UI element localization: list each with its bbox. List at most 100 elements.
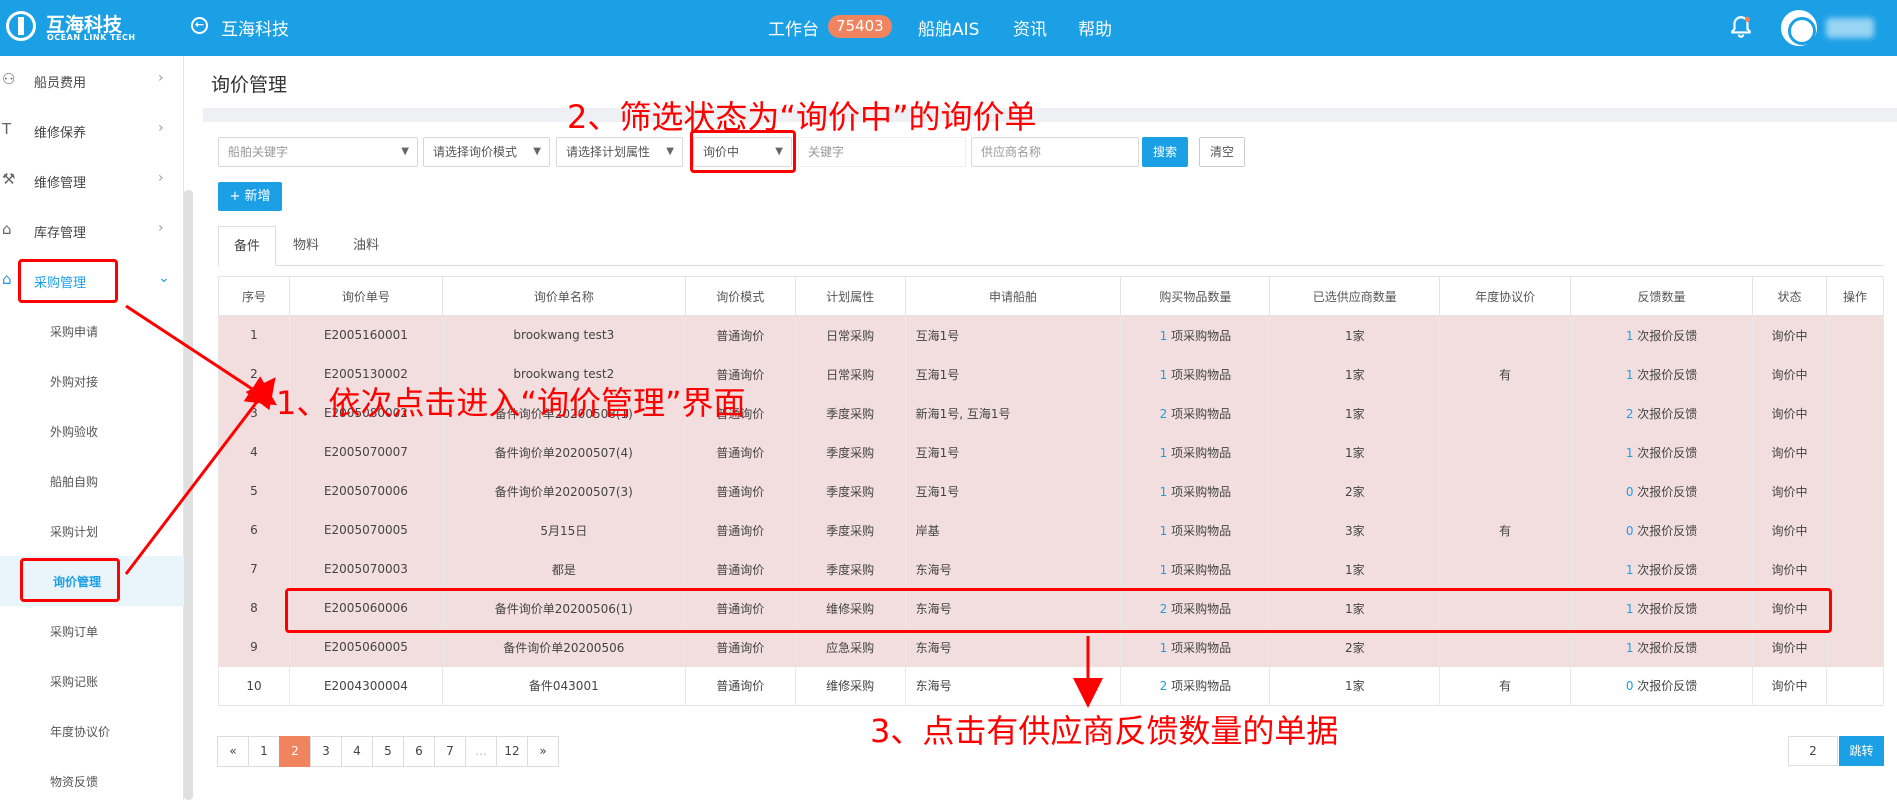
table-cell[interactable]: 2家 xyxy=(1269,627,1441,667)
nav-ship-ais[interactable]: 船舶AIS xyxy=(918,15,979,40)
table-cell[interactable]: 1家 xyxy=(1269,354,1441,394)
page-number-button[interactable]: 2 xyxy=(279,736,311,767)
back-arrow-icon[interactable]: ← xyxy=(191,17,208,34)
page-number-button[interactable]: 4 xyxy=(341,736,373,767)
table-row[interactable]: 6 E2005070005 5月15日 普通询价 季度采购 岸基 1 项采购物品 3家有 0 次… xyxy=(218,510,1885,550)
sidebar-sub-acceptance[interactable]: 外购验收 xyxy=(0,406,184,456)
table-cell xyxy=(1439,549,1572,589)
bag-icon: ⌂ xyxy=(2,220,12,238)
table-cell[interactable]: 2家 xyxy=(1269,471,1441,511)
table-cell: 备件询价单20200507(3) xyxy=(441,471,686,511)
page-prev-button[interactable]: « xyxy=(217,736,249,767)
add-button[interactable]: + 新增 xyxy=(218,182,282,211)
table-row[interactable]: 4 E2005070007 备件询价单20200507(4) 普通询价 季度采购 互海1号… xyxy=(218,432,1885,472)
table-cell: 备件询价单20200506 xyxy=(441,627,686,667)
user-name-blurred[interactable] xyxy=(1826,18,1874,38)
logo-subtitle: OCEAN LINK TECH xyxy=(47,33,136,42)
sub-item-label: 外购验收 xyxy=(50,425,99,439)
sidebar-item-repair[interactable]: ⚒ 维修管理 › xyxy=(0,156,184,206)
table-cell: 日常采购 xyxy=(794,315,906,355)
table-cell xyxy=(1825,354,1885,394)
page-number-button[interactable]: ... xyxy=(465,736,497,767)
page-jump-input[interactable]: 2 xyxy=(1788,736,1838,766)
table-cell: 季度采购 xyxy=(794,393,906,433)
feedback-count-label: 次报价反馈 xyxy=(1633,406,1698,421)
table-cell: 2 次报价反馈 xyxy=(1570,393,1754,433)
table-cell: 普通询价 xyxy=(684,666,796,706)
sidebar-item-maintenance[interactable]: T 维修保养 › xyxy=(0,106,184,156)
table-cell: 有 xyxy=(1439,666,1572,706)
annotation-step3: 3、点击有供应商反馈数量的单据 xyxy=(870,712,1339,750)
sub-item-label: 物资反馈 xyxy=(50,775,99,789)
page-number-button[interactable]: 1 xyxy=(248,736,280,767)
bell-icon[interactable] xyxy=(1728,14,1754,40)
table-cell: 1 xyxy=(218,315,290,355)
table-cell: 询价中 xyxy=(1752,432,1827,472)
page-number-button[interactable]: 7 xyxy=(434,736,466,767)
sidebar-sub-purchase-request[interactable]: 采购申请 xyxy=(0,306,184,356)
table-cell[interactable]: 1家 xyxy=(1269,666,1441,706)
table-cell: 询价中 xyxy=(1752,315,1827,355)
ship-keyword-select[interactable]: 船舶关键字 ▼ xyxy=(218,137,418,167)
table-cell: 5月15日 xyxy=(441,510,686,550)
sidebar-sub-orders[interactable]: 采购订单 xyxy=(0,606,184,656)
tab-spare-parts[interactable]: 备件 xyxy=(218,226,276,266)
sidebar-sub-outsourcing[interactable]: 外购对接 xyxy=(0,356,184,406)
table-cell[interactable]: 3家 xyxy=(1269,510,1441,550)
page-number-button[interactable]: 6 xyxy=(403,736,435,767)
sidebar-item-crew-cost[interactable]: ⚇ 船员费用 › xyxy=(0,56,184,106)
table-row[interactable]: 10 E2004300004 备件043001 普通询价 维修采购 东海号 2 项采购物品 1… xyxy=(218,666,1885,706)
logo-icon xyxy=(6,11,36,41)
page-number-button[interactable]: 3 xyxy=(310,736,342,767)
table-cell[interactable]: 1家 xyxy=(1269,432,1441,472)
inquiry-mode-select[interactable]: 请选择询价模式 ▼ xyxy=(423,137,550,167)
sidebar-sub-purchase-plan[interactable]: 采购计划 xyxy=(0,506,184,556)
nav-workbench[interactable]: 工作台 xyxy=(768,15,819,40)
supplier-name-input[interactable]: 供应商名称 xyxy=(971,137,1139,167)
table-cell[interactable]: 1家 xyxy=(1269,549,1441,589)
sidebar-sub-annual-price[interactable]: 年度协议价 xyxy=(0,706,184,756)
table-row[interactable]: 5 E2005070006 备件询价单20200507(3) 普通询价 季度采购 互海1号… xyxy=(218,471,1885,511)
sidebar-item-label: 维修管理 xyxy=(34,176,87,191)
annotation-box-inquiry xyxy=(20,558,120,602)
search-button[interactable]: 搜索 xyxy=(1142,137,1188,167)
avatar[interactable] xyxy=(1781,10,1817,46)
table-cell: 1 次报价反馈 xyxy=(1570,354,1754,394)
table-row[interactable]: 7 E2005070003 都是 普通询价 季度采购 东海号 1 项采购物品 1家 1 次报价反… xyxy=(218,549,1885,589)
nav-news[interactable]: 资讯 xyxy=(1013,15,1047,40)
header-title: 互海科技 xyxy=(221,20,289,40)
column-header: 购买物品数量 xyxy=(1120,276,1271,316)
table-cell xyxy=(1439,432,1572,472)
chevron-down-icon: ⌄ xyxy=(158,270,170,286)
table-cell: 1 次报价反馈 xyxy=(1570,627,1754,667)
sidebar-scrollbar[interactable] xyxy=(184,190,193,800)
table-cell: 5 xyxy=(218,471,290,511)
nav-help[interactable]: 帮助 xyxy=(1078,15,1112,40)
page-jump-button[interactable]: 跳转 xyxy=(1839,736,1884,766)
feedback-count-label: 次报价反馈 xyxy=(1633,367,1698,382)
sidebar-sub-accounting[interactable]: 采购记账 xyxy=(0,656,184,706)
table-cell xyxy=(1825,393,1885,433)
table-cell xyxy=(1439,627,1572,667)
page-number-button[interactable]: 5 xyxy=(372,736,404,767)
table-row[interactable]: 9 E2005060005 备件询价单20200506 普通询价 应急采购 东海号 1 项采… xyxy=(218,627,1885,667)
chevron-right-icon: › xyxy=(158,170,164,186)
page-number-button[interactable]: 12 xyxy=(496,736,528,767)
sidebar-sub-ship-purchase[interactable]: 船舶自购 xyxy=(0,456,184,506)
table-row[interactable]: 1 E2005160001 brookwang test3 普通询价 日常采购 互海1号 1… xyxy=(218,315,1885,355)
sidebar-sub-feedback[interactable]: 物资反馈 xyxy=(0,756,184,806)
keyword-input[interactable]: 关键字 xyxy=(798,137,966,167)
tab-oil[interactable]: 油料 xyxy=(336,226,396,266)
table-cell: 有 xyxy=(1439,510,1572,550)
table-cell: 询价中 xyxy=(1752,666,1827,706)
page-next-button[interactable]: » xyxy=(527,736,559,767)
table-cell[interactable]: 1家 xyxy=(1269,393,1441,433)
clear-button[interactable]: 清空 xyxy=(1199,137,1245,167)
feedback-count-label: 次报价反馈 xyxy=(1633,484,1698,499)
sidebar-item-inventory[interactable]: ⌂ 库存管理 › xyxy=(0,206,184,256)
table-cell[interactable]: 1家 xyxy=(1269,315,1441,355)
title-divider xyxy=(203,108,1897,122)
tab-materials[interactable]: 物料 xyxy=(276,226,336,266)
plan-attribute-select[interactable]: 请选择计划属性 ▼ xyxy=(556,137,683,167)
table-cell xyxy=(1825,471,1885,511)
